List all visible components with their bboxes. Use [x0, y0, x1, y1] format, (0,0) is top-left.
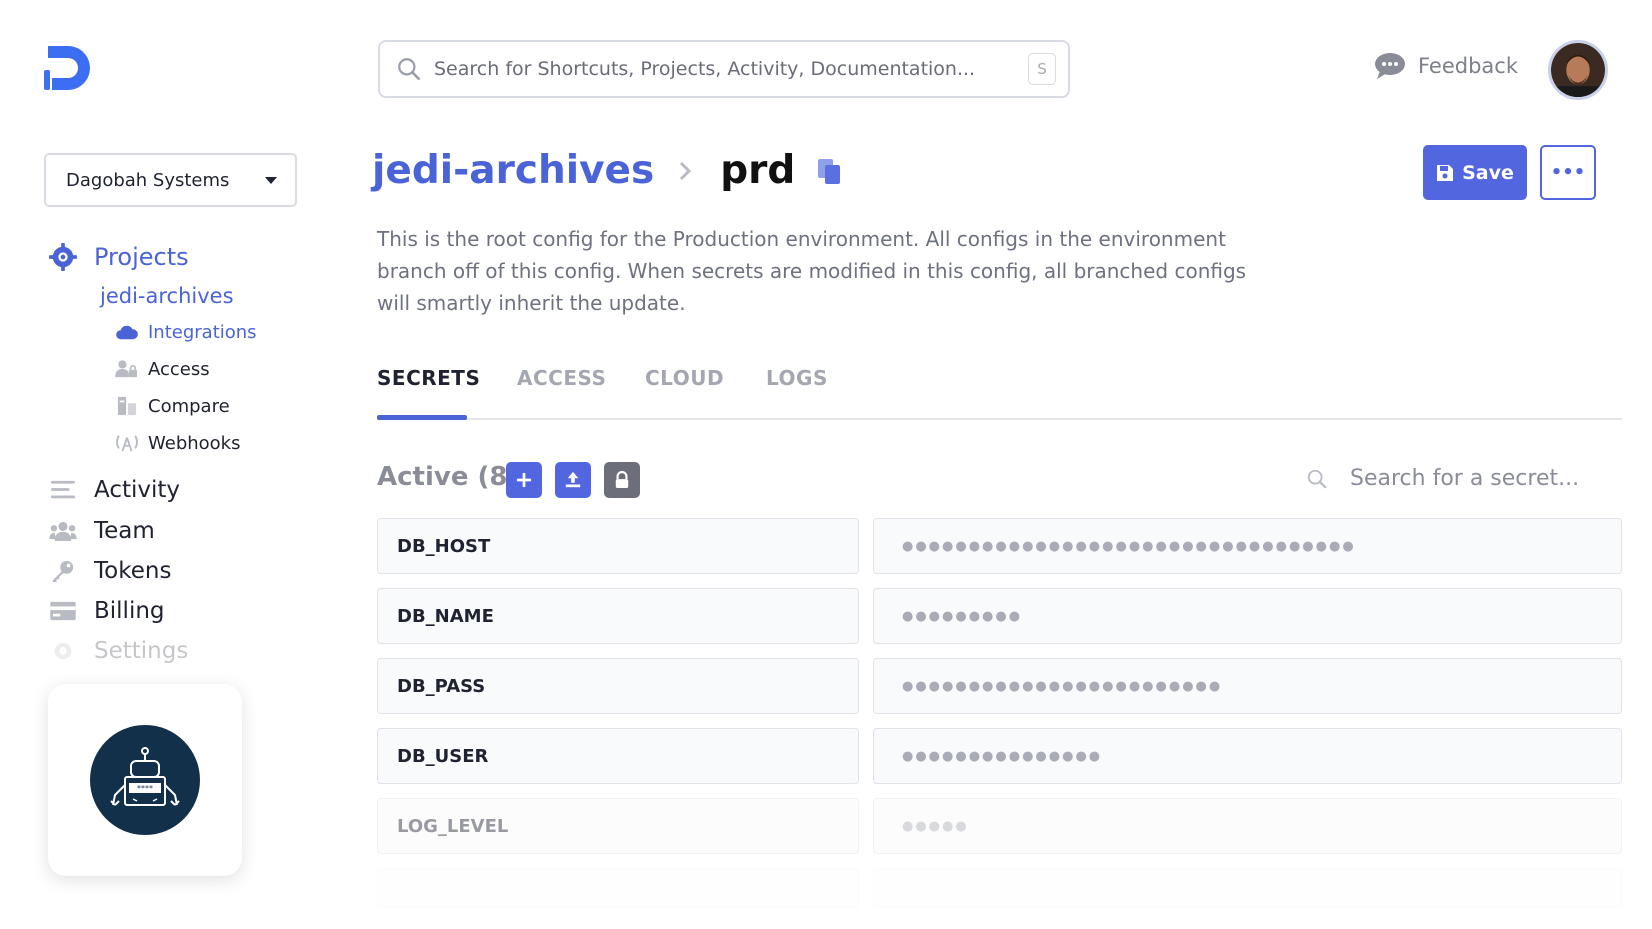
lock-secrets-button[interactable]: [604, 462, 640, 498]
sidebar-item-label: Billing: [94, 598, 165, 624]
sidebar-item-label: Tokens: [94, 558, 172, 584]
lock-icon: [615, 471, 629, 488]
sidebar-item-tokens[interactable]: Tokens: [48, 556, 171, 586]
svg-text:****: ****: [137, 784, 153, 793]
secret-key-field[interactable]: [377, 868, 859, 908]
credit-card-icon: [48, 596, 78, 626]
secret-row-partial: [377, 868, 1622, 908]
sidebar-item-label: Compare: [148, 395, 230, 417]
config-description: This is the root config for the Producti…: [377, 227, 1247, 315]
sidebar-item-label: Team: [94, 518, 155, 544]
sidebar-item-label: Settings: [94, 638, 189, 664]
secret-key-field[interactable]: DB_NAME: [377, 588, 859, 644]
save-label: Save: [1462, 161, 1514, 184]
robot-icon: ****: [110, 747, 180, 806]
add-secret-button[interactable]: [506, 462, 542, 498]
global-search-input[interactable]: Search for Shortcuts, Projects, Activity…: [378, 40, 1070, 98]
more-options-button[interactable]: •••: [1540, 145, 1596, 200]
secret-key-field[interactable]: DB_PASS: [377, 658, 859, 714]
breadcrumb: jedi-archives prd: [372, 148, 845, 193]
upload-icon: [565, 471, 581, 488]
secret-search-input[interactable]: Search for a secret...: [1306, 466, 1579, 491]
sidebar-item-webhooks[interactable]: Webhooks: [114, 431, 240, 455]
doppler-logo[interactable]: [44, 46, 92, 94]
broadcast-icon: [114, 431, 140, 455]
sidebar-item-compare[interactable]: Compare: [114, 394, 230, 418]
secret-row: LOG_LEVEL ●●●●●: [377, 798, 1622, 854]
secret-row: DB_HOST ●●●●●●●●●●●●●●●●●●●●●●●●●●●●●●●●…: [377, 518, 1622, 574]
chevron-right-icon: [680, 161, 692, 180]
tab-access[interactable]: ACCESS: [517, 366, 606, 390]
upload-secrets-button[interactable]: [555, 462, 591, 498]
sidebar-project-jedi-archives[interactable]: jedi-archives: [100, 284, 234, 308]
save-button[interactable]: Save: [1423, 145, 1527, 200]
secret-value-field[interactable]: ●●●●●●●●●●●●●●●: [873, 728, 1622, 784]
secret-search-placeholder: Search for a secret...: [1350, 466, 1580, 491]
sidebar-item-settings[interactable]: Settings: [48, 636, 188, 666]
feedback-label: Feedback: [1418, 54, 1519, 78]
compare-icon: [114, 394, 140, 418]
robot-badge: ****: [90, 725, 200, 835]
project-name-label: jedi-archives: [100, 284, 234, 308]
floppy-disk-icon: [1437, 164, 1454, 181]
shortcut-key-badge: S: [1028, 53, 1056, 85]
breadcrumb-project-link[interactable]: jedi-archives: [372, 148, 654, 193]
caret-down-icon: [265, 177, 277, 184]
copy-icon[interactable]: [815, 156, 845, 186]
workspace-selector[interactable]: Dagobah Systems: [44, 153, 297, 207]
tab-secrets[interactable]: SECRETS: [377, 366, 480, 390]
sidebar-item-activity[interactable]: Activity: [48, 475, 180, 505]
sidebar-item-label: Access: [148, 358, 210, 380]
secret-value-field[interactable]: ●●●●●●●●●: [873, 588, 1622, 644]
team-icon: [48, 516, 78, 546]
user-avatar[interactable]: [1548, 40, 1608, 100]
cloud-icon: [114, 320, 140, 344]
key-icon: [48, 556, 78, 586]
search-icon: [1307, 469, 1327, 488]
secret-row: DB_NAME ●●●●●●●●●: [377, 588, 1622, 644]
secret-row: DB_USER ●●●●●●●●●●●●●●●: [377, 728, 1622, 784]
secret-key-field[interactable]: DB_USER: [377, 728, 859, 784]
search-icon: [398, 58, 421, 81]
secrets-bot-card: ****: [48, 684, 242, 876]
secret-row: DB_PASS ●●●●●●●●●●●●●●●●●●●●●●●●: [377, 658, 1622, 714]
active-tab-indicator: [377, 415, 467, 420]
secret-value-field[interactable]: [873, 868, 1622, 908]
list-icon: [48, 475, 78, 505]
secret-value-field[interactable]: ●●●●●●●●●●●●●●●●●●●●●●●●●●●●●●●●●●: [873, 518, 1622, 574]
active-secrets-count: Active (8): [377, 462, 520, 492]
sidebar-item-integrations[interactable]: Integrations: [114, 320, 257, 344]
users-lock-icon: [114, 357, 140, 381]
sidebar-item-label: Webhooks: [148, 432, 241, 454]
sidebar-item-label: Projects: [94, 243, 189, 271]
atom-gear-icon: [48, 242, 78, 272]
secret-key-field[interactable]: DB_HOST: [377, 518, 859, 574]
secret-key-field[interactable]: LOG_LEVEL: [377, 798, 859, 854]
secret-value-field[interactable]: ●●●●●: [873, 798, 1622, 854]
plus-icon: [516, 472, 532, 488]
tab-cloud[interactable]: CLOUD: [645, 366, 724, 390]
tab-logs[interactable]: LOGS: [766, 366, 828, 390]
config-tabs: SECRETS ACCESS CLOUD LOGS: [377, 358, 1622, 420]
sidebar-item-label: Integrations: [148, 321, 257, 343]
chat-bubble-icon: [1375, 53, 1405, 79]
sidebar-item-label: Activity: [94, 477, 181, 503]
workspace-name: Dagobah Systems: [66, 169, 230, 191]
sidebar-item-access[interactable]: Access: [114, 357, 210, 381]
secret-value-field[interactable]: ●●●●●●●●●●●●●●●●●●●●●●●●: [873, 658, 1622, 714]
sidebar-item-billing[interactable]: Billing: [48, 596, 165, 626]
feedback-button[interactable]: Feedback: [1374, 52, 1518, 80]
breadcrumb-config-name: prd: [720, 148, 796, 193]
search-placeholder: Search for Shortcuts, Projects, Activity…: [434, 58, 976, 80]
gear-icon: [48, 636, 78, 666]
sidebar-item-projects[interactable]: Projects: [48, 242, 189, 272]
sidebar-item-team[interactable]: Team: [48, 516, 155, 546]
